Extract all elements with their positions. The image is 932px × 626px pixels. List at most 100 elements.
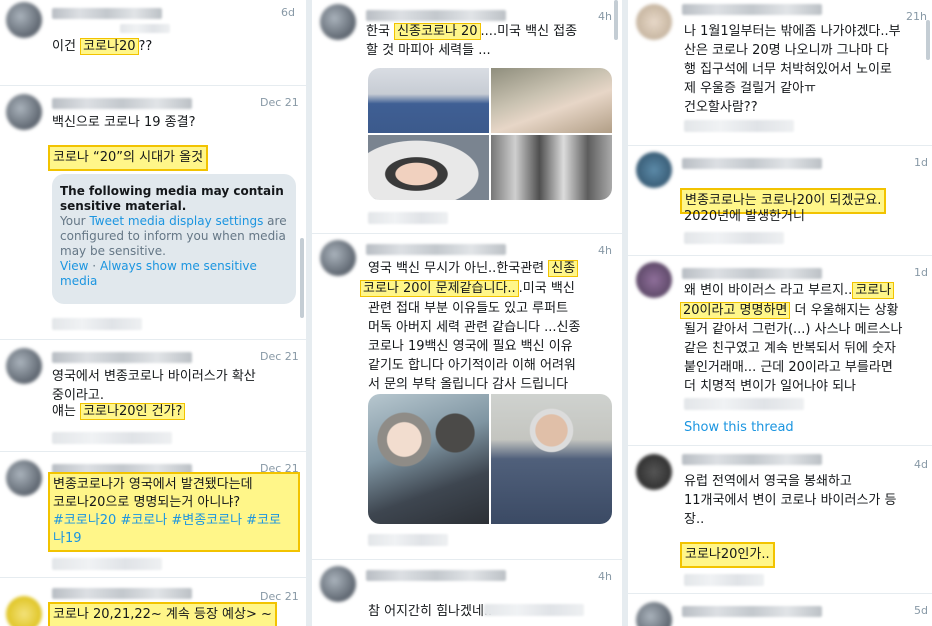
avatar[interactable] <box>6 348 42 384</box>
column-1[interactable]: 6d 이건 코로나20?? Dec 21 백신으로 코로나 19 종결? 코로나… <box>0 0 306 626</box>
user-name[interactable] <box>366 10 506 21</box>
tweet[interactable]: 4h 참 어지간히 힘나겠네.. <box>312 560 622 626</box>
user-name[interactable] <box>682 454 822 465</box>
tweet[interactable]: Dec 21 영국에서 변종코로나 바이러스가 확산 중이라고. 얘는 코로나2… <box>0 340 306 452</box>
blurred-handle <box>120 24 170 33</box>
timestamp[interactable]: 4h <box>598 10 612 23</box>
user-name[interactable] <box>52 588 192 599</box>
tweet[interactable]: Dec 21 변종코로나가 영국에서 발견됐다는데 코로나20으로 명명되는거 … <box>0 452 306 578</box>
blurred-actions <box>52 558 162 570</box>
photo-vintage-family[interactable] <box>491 135 612 200</box>
scrollbar[interactable] <box>926 20 930 60</box>
tweet[interactable]: 1d 왜 변이 바이러스 라고 부르지.. 코로나 20이라고 명명하면 더 우울… <box>628 256 932 446</box>
tweet-text-2: 코로나 20이 문제같습니다.. .미국 백신 <box>360 279 618 298</box>
user-name[interactable] <box>52 98 192 109</box>
timestamp[interactable]: 4h <box>598 570 612 583</box>
tweet[interactable]: 5d <box>628 594 932 626</box>
user-name[interactable] <box>366 570 506 581</box>
tweet-text-2: 얘는 코로나20인 건가? <box>52 402 186 421</box>
highlight: 코로나 20,21,22~ 계속 등장 예상> ~ <box>48 602 277 626</box>
user-name[interactable] <box>682 4 822 15</box>
tweet[interactable]: 21h 나 1월1일부터는 밖에좀 나가야겠다..부 산은 코로나 20명 나오… <box>628 0 932 146</box>
photo-grid[interactable] <box>368 394 612 524</box>
highlight: 코로나 “20”의 시대가 올것 <box>48 145 209 171</box>
blurred-actions <box>368 212 448 224</box>
tweet[interactable]: 4d 유럽 전역에서 영국을 봉쇄하고 11개국에서 변이 코로나 바이러스가 … <box>628 446 932 594</box>
view-link[interactable]: View <box>60 259 88 273</box>
timestamp[interactable]: Dec 21 <box>260 350 299 363</box>
blurred-actions <box>684 574 764 586</box>
avatar[interactable] <box>636 454 672 490</box>
avatar[interactable] <box>636 602 672 626</box>
avatar[interactable] <box>6 460 42 496</box>
timestamp[interactable]: 5d <box>914 604 928 617</box>
timestamp[interactable]: 1d <box>914 266 928 279</box>
avatar[interactable] <box>636 4 672 40</box>
blurred-actions <box>684 120 794 132</box>
user-name[interactable] <box>682 158 822 169</box>
photo-child[interactable] <box>491 68 612 133</box>
tweet-text: 유럽 전역에서 영국을 봉쇄하고 11개국에서 변이 코로나 바이러스가 등 장… <box>684 474 897 527</box>
user-name[interactable] <box>682 606 822 617</box>
avatar[interactable] <box>6 596 42 626</box>
avatar[interactable] <box>636 152 672 188</box>
highlight: 변종코로나가 영국에서 발견됐다는데 코로나20으로 명명되는거 아니냐? #코… <box>48 472 300 552</box>
user-name[interactable] <box>52 352 192 363</box>
tweet-text: 한국 신종코로나 20 ....미국 백신 접종 할 것 마피아 세력들 ... <box>366 23 578 58</box>
tweet[interactable]: Dec 21 백신으로 코로나 19 종결? 코로나 “20”의 시대가 올것 … <box>0 86 306 340</box>
scrollbar[interactable] <box>300 238 304 318</box>
sensitive-media-notice: The following media may contain sensitiv… <box>52 174 296 304</box>
highlight: 코로나20 <box>80 38 139 55</box>
tweet-text-2: 20이라고 명명하면 더 우울해지는 상황 <box>680 301 930 320</box>
avatar[interactable] <box>636 262 672 298</box>
photo-child-ski-goggles[interactable] <box>368 135 489 200</box>
highlight: 신종 <box>548 260 579 277</box>
sensitive-title: The following media may contain sensitiv… <box>60 184 284 213</box>
timestamp[interactable]: 6d <box>281 6 295 19</box>
tweet-text-3: 관련 접대 부분 이유들도 있고 루퍼트 머독 아버지 세력 관련 같습니다 .… <box>368 301 581 392</box>
timestamp[interactable]: 4h <box>598 244 612 257</box>
avatar[interactable] <box>6 2 42 38</box>
tweet-text: 영국에서 변종코로나 바이러스가 확산 중이라고. <box>52 369 256 403</box>
tweet[interactable]: 4h 영국 백신 무시가 아닌..한국관련 신종 코로나 20이 문제같습니다.… <box>312 234 622 560</box>
user-name[interactable] <box>52 8 162 19</box>
tweet[interactable]: 6d 이건 코로나20?? <box>0 0 306 86</box>
column-2[interactable]: 4h 한국 신종코로나 20 ....미국 백신 접종 할 것 마피아 세력들 .… <box>312 0 622 626</box>
timestamp[interactable]: Dec 21 <box>260 96 299 109</box>
avatar[interactable] <box>320 566 356 602</box>
tweet[interactable]: 1d 변종코로나는 코로나20이 되겠군요. 2020년에 발생한거니 <box>628 146 932 256</box>
tweet[interactable]: 4h 한국 신종코로나 20 ....미국 백신 접종 할 것 마피아 세력들 .… <box>312 0 622 234</box>
photo-man-suit[interactable] <box>368 68 489 133</box>
tweet-text: 백신으로 코로나 19 종결? <box>52 115 196 130</box>
highlight: 코로나20인가.. <box>680 542 775 568</box>
timestamp[interactable]: 4d <box>914 458 928 471</box>
timestamp[interactable]: 1d <box>914 156 928 169</box>
avatar[interactable] <box>320 240 356 276</box>
tweetdeck-board: 6d 이건 코로나20?? Dec 21 백신으로 코로나 19 종결? 코로나… <box>0 0 932 626</box>
blurred-actions <box>684 398 804 410</box>
tweet-text: 영국 백신 무시가 아닌..한국관련 신종 <box>368 259 618 278</box>
user-name[interactable] <box>366 244 506 255</box>
highlight: 코로나 20이 문제같습니다.. <box>360 280 519 297</box>
highlight: 20이라고 명명하면 <box>680 302 791 319</box>
avatar[interactable] <box>6 94 42 130</box>
photo-grid[interactable] <box>368 68 612 200</box>
avatar[interactable] <box>320 4 356 40</box>
highlight: 코로나 <box>852 282 895 299</box>
user-name[interactable] <box>682 268 822 279</box>
tweet-text-3: 될거 같아서 그런가(...) 사스나 메르스나 같은 친구였고 계속 반복되서… <box>684 322 903 394</box>
blurred-actions <box>52 318 142 330</box>
scrollbar[interactable] <box>614 0 618 40</box>
media-settings-link[interactable]: Tweet media display settings <box>89 214 263 228</box>
blurred-actions <box>684 232 784 244</box>
blurred-actions <box>368 534 448 546</box>
column-3[interactable]: 21h 나 1월1일부터는 밖에좀 나가야겠다..부 산은 코로나 20명 나오… <box>628 0 932 626</box>
photo-elderly-man[interactable] <box>491 394 612 524</box>
hashtags[interactable]: #코로나20 #코로나 #변종코로나 #코로 <box>53 512 295 530</box>
highlight: 코로나20인 건가? <box>80 403 186 420</box>
hashtags-cont[interactable]: 나19 <box>53 530 295 548</box>
tweet[interactable]: Dec 21 코로나 20,21,22~ 계속 등장 예상> ~ <box>0 578 306 626</box>
blurred-actions <box>52 432 172 444</box>
photo-man-with-baby[interactable] <box>368 394 489 524</box>
show-thread-link[interactable]: Show this thread <box>684 420 794 435</box>
